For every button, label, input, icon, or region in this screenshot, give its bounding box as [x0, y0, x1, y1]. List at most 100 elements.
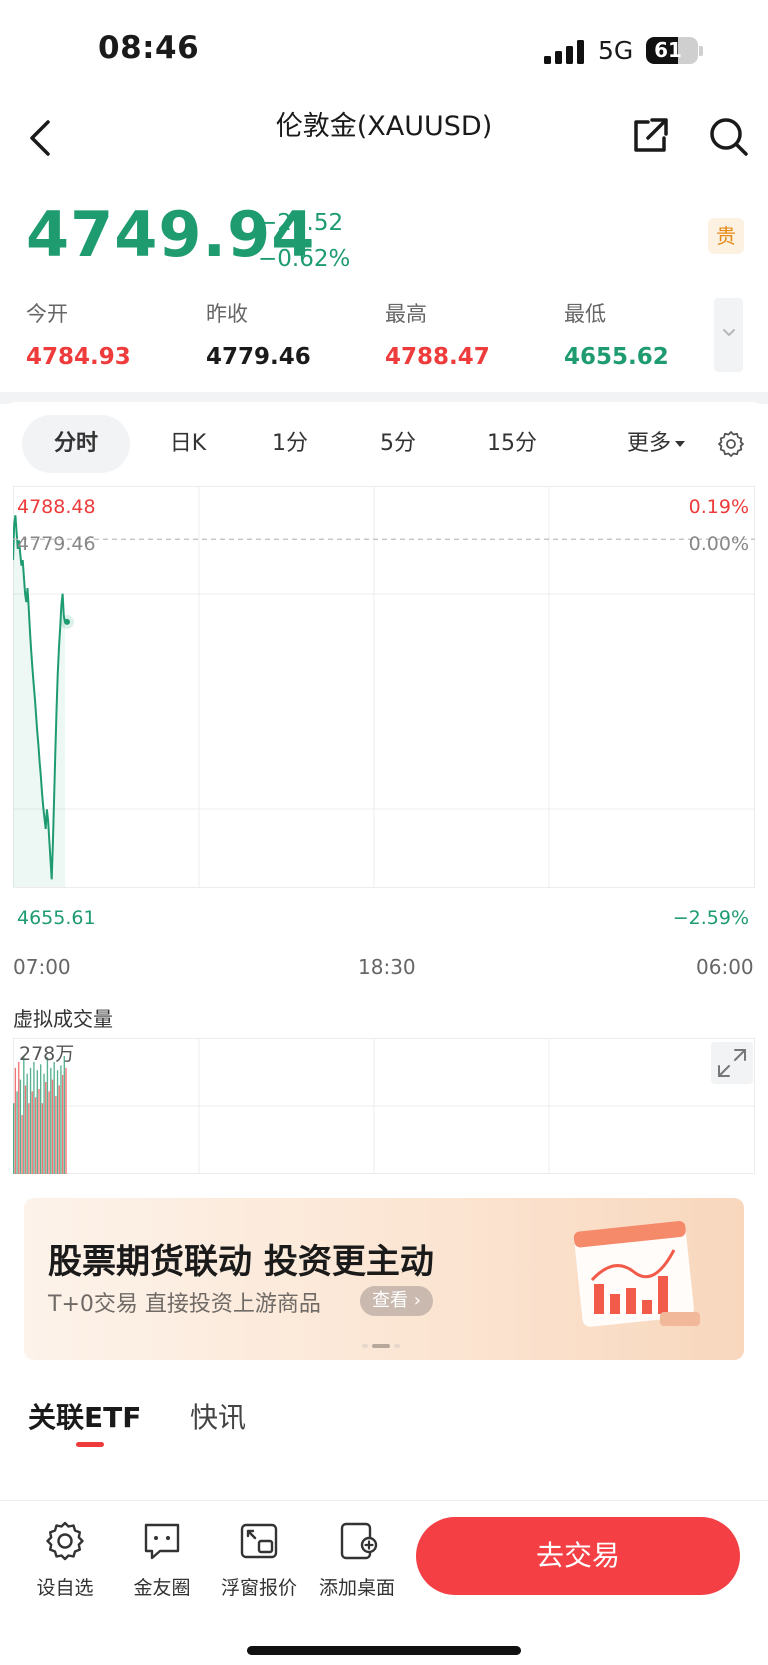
volume-bar	[50, 1067, 52, 1174]
change-value: −29.52	[258, 210, 344, 236]
chat-icon	[144, 1523, 180, 1560]
period-tabs: 分时 日K 1分 5分 15分 更多	[22, 415, 752, 473]
volume-bar	[19, 1079, 22, 1174]
signal-icon	[544, 40, 584, 64]
expand-icon	[718, 1049, 746, 1077]
banner-view-label: 查看	[372, 1290, 408, 1311]
search-icon[interactable]	[708, 116, 750, 158]
volume-grid	[13, 1038, 755, 1174]
tab-1min[interactable]: 1分	[250, 415, 330, 473]
volume-bar	[33, 1061, 35, 1174]
x-tick-mid: 18:30	[358, 955, 416, 979]
battery-level: 61	[654, 38, 682, 62]
volume-bars	[13, 1056, 67, 1174]
volume-bar	[65, 1067, 67, 1174]
banner-subtitle: T+0交易 直接投资上游商品	[48, 1292, 321, 1317]
stat-value: 4779.46	[206, 344, 311, 370]
x-tick-start: 07:00	[13, 955, 71, 979]
share-icon[interactable]	[630, 116, 670, 156]
active-tab-indicator	[76, 1442, 104, 1447]
chevron-down-icon	[723, 329, 735, 337]
volume-bar	[60, 1065, 62, 1174]
y-label-high: 4788.48	[17, 496, 96, 518]
chart-settings-icon[interactable]	[717, 430, 745, 458]
tab-more-label: 更多	[626, 431, 671, 456]
nav-bar: 伦敦金(XAUUSD)	[0, 100, 768, 180]
pct-label-zero: 0.00%	[689, 533, 749, 555]
volume-bar	[40, 1064, 42, 1174]
add-watchlist-button[interactable]: 设自选	[20, 1519, 110, 1600]
tab-news-flash[interactable]: 快讯	[190, 1396, 246, 1436]
volume-bar	[16, 1091, 18, 1174]
y-label-low: 4655.61	[17, 907, 96, 929]
tab-15min[interactable]: 15分	[462, 415, 562, 473]
fullscreen-button[interactable]	[711, 1042, 753, 1084]
category-badge: 贵	[708, 218, 744, 254]
volume-title: 虚拟成交量	[13, 1007, 113, 1031]
status-bar: 08:46 5G 61	[0, 0, 768, 100]
community-button[interactable]: 金友圈	[117, 1519, 207, 1600]
banner-view-arrow: ›	[413, 1290, 421, 1311]
stat-prev-close: 昨收 4779.46	[206, 298, 376, 370]
volume-bar	[61, 1074, 64, 1174]
battery-icon: 61	[646, 37, 698, 64]
volume-bar	[63, 1056, 65, 1174]
banner-pager	[362, 1344, 402, 1350]
volume-bar	[26, 1073, 28, 1174]
volume-bar	[18, 1061, 20, 1174]
intraday-chart[interactable]: 4788.48 4779.46 4655.61 0.19% 0.00% −2.5…	[13, 486, 755, 944]
gear-icon	[46, 1521, 84, 1561]
stat-value: 4655.62	[564, 344, 669, 370]
pct-label-low: −2.59%	[673, 907, 749, 929]
stat-label: 昨收	[206, 302, 248, 326]
bottom-action-bar: 设自选 金友圈 浮窗报价 添加桌面 去交易	[0, 1500, 768, 1665]
volume-bar	[53, 1061, 55, 1174]
float-quote-button[interactable]: 浮窗报价	[214, 1519, 304, 1600]
y-label-prev-close: 4779.46	[17, 533, 96, 555]
volume-bar	[31, 1091, 33, 1174]
volume-bar	[51, 1079, 54, 1174]
promo-banner[interactable]: 股票期货联动 投资更主动 T+0交易 直接投资上游商品 查看 ›	[24, 1198, 744, 1360]
caret-down-icon	[675, 441, 685, 447]
volume-bar	[46, 1057, 49, 1174]
volume-bar	[43, 1073, 45, 1174]
volume-bar	[21, 1115, 23, 1174]
volume-bar	[24, 1085, 27, 1174]
volume-bar	[45, 1082, 47, 1174]
volume-chart: 278万	[13, 1038, 755, 1174]
tab-intraday[interactable]: 分时	[22, 415, 130, 473]
tab-related-etf[interactable]: 关联ETF	[28, 1396, 141, 1436]
volume-bar	[23, 1056, 25, 1174]
expand-stats-button[interactable]	[714, 298, 743, 372]
tab-more[interactable]: 更多	[616, 415, 696, 473]
home-indicator	[247, 1646, 521, 1655]
tab-daily-k[interactable]: 日K	[138, 415, 238, 473]
last-price-point	[64, 618, 70, 625]
chart-border	[13, 486, 755, 888]
volume-bar	[29, 1067, 32, 1174]
add-desktop-icon	[340, 1522, 378, 1560]
go-trade-button[interactable]: 去交易	[416, 1517, 740, 1595]
volume-bar	[14, 1067, 17, 1174]
volume-bar	[56, 1070, 59, 1174]
bottom-label: 浮窗报价	[220, 1577, 297, 1599]
stat-high: 最高 4788.47	[385, 298, 555, 370]
change-percent: −0.62%	[258, 246, 351, 272]
x-tick-end: 06:00	[696, 955, 754, 979]
add-to-desktop-button[interactable]: 添加桌面	[312, 1519, 402, 1600]
stat-value: 4788.47	[385, 344, 490, 370]
status-time: 08:46	[98, 30, 200, 66]
stat-label: 最高	[385, 302, 427, 326]
network-label: 5G	[598, 36, 634, 65]
banner-view-button[interactable]: 查看 ›	[360, 1286, 433, 1316]
bottom-label: 设自选	[36, 1577, 94, 1599]
volume-bar	[41, 1103, 44, 1174]
tab-5min[interactable]: 5分	[358, 415, 438, 473]
float-window-icon	[240, 1523, 278, 1559]
bottom-label: 添加桌面	[318, 1577, 395, 1599]
volume-bar	[13, 1103, 15, 1174]
banner-headline: 股票期货联动 投资更主动	[48, 1242, 434, 1282]
price-change: −29.52 −0.62%	[258, 205, 350, 277]
chart-grid	[13, 486, 755, 888]
volume-bar	[36, 1070, 38, 1174]
